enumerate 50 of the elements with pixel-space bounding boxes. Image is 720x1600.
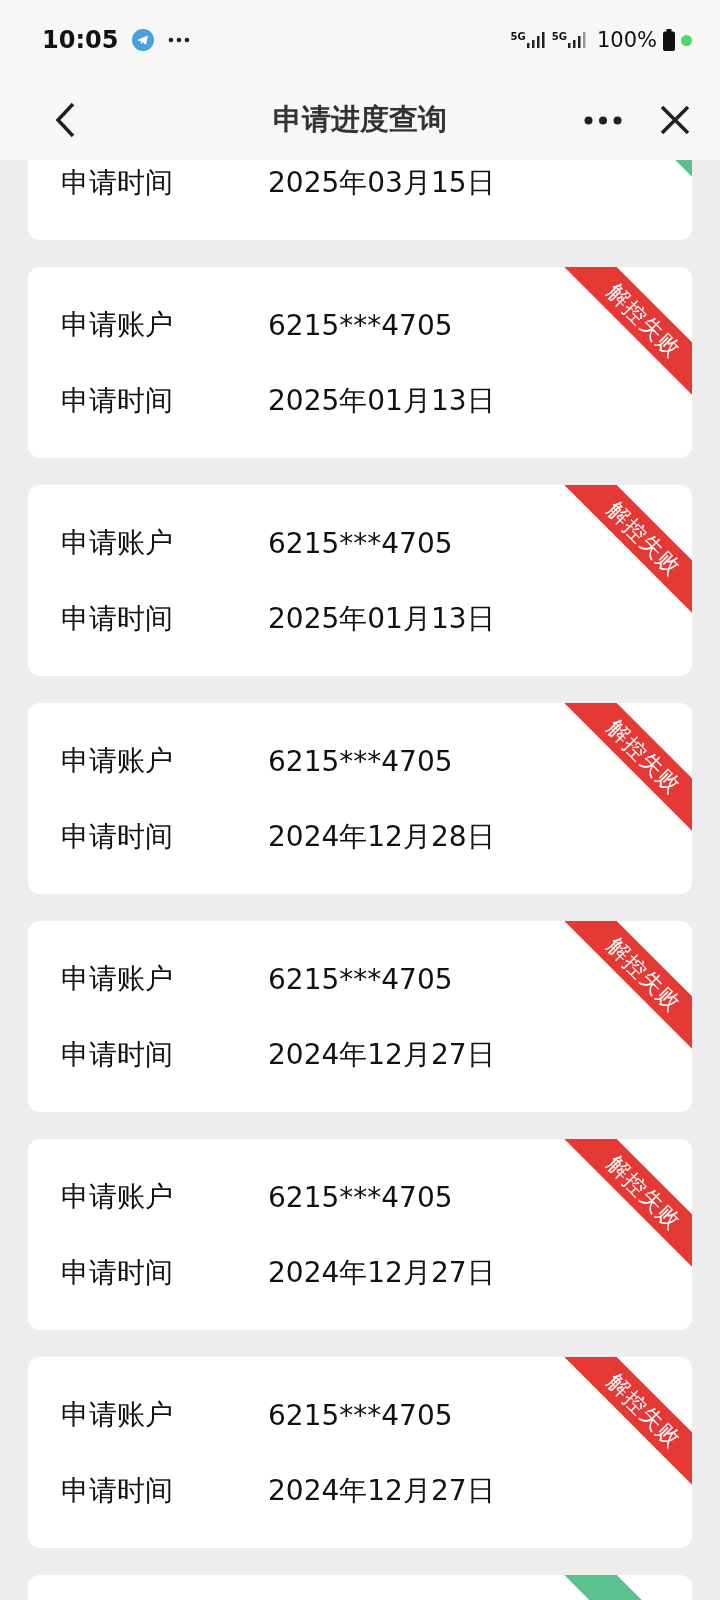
record-card[interactable]: 解控失败 申请账户 6215***4705 申请时间 2025年01月13日 [28, 485, 692, 676]
more-icon [168, 37, 191, 43]
clock-time: 10:05 [42, 26, 119, 54]
field-label: 申请账户 [61, 1179, 174, 1215]
field-label: 申请账户 [61, 307, 174, 343]
field-label: 申请时间 [61, 1473, 174, 1509]
field-value: 2024年12月27日 [268, 1255, 495, 1291]
indicator-dot-icon [681, 34, 692, 46]
record-card[interactable]: 申请时间 2025年03月15日 [28, 160, 692, 240]
page-title: 申请进度查询 [273, 101, 447, 138]
field-label: 申请账户 [61, 525, 174, 561]
field-value: 2025年01月13日 [268, 383, 495, 419]
field-value: 6215***4705 [268, 526, 453, 560]
ribbon-label: 解控失败 [602, 931, 687, 1018]
battery-icon [663, 29, 675, 51]
field-value: 2024年12月27日 [268, 1037, 495, 1073]
field-value: 6215***4705 [268, 308, 453, 342]
signal-icon [525, 31, 546, 49]
field-label: 申请账户 [61, 743, 174, 779]
field-value: 6215***4705 [268, 962, 453, 996]
ribbon-label: 解控失败 [602, 495, 687, 582]
record-card[interactable]: 解控失败 申请账户 6215***4705 申请时间 2024年12月27日 [28, 921, 692, 1112]
field-label: 申请账户 [61, 1397, 174, 1433]
record-card[interactable]: 解控失败 申请账户 6215***4705 申请时间 2024年12月27日 [28, 1139, 692, 1330]
field-label: 申请时间 [61, 601, 174, 637]
record-card[interactable]: 解控失败 申请账户 6215***4705 申请时间 2024年12月28日 [28, 703, 692, 894]
ribbon-label: 解控失败 [602, 1149, 687, 1236]
ribbon-label: 解控失败 [602, 277, 687, 364]
battery-level: 100% [596, 28, 657, 52]
field-label: 申请账户 [61, 961, 174, 997]
signal-icon [566, 31, 587, 49]
field-label: 申请时间 [61, 383, 174, 419]
field-value: 2025年03月15日 [268, 165, 495, 201]
ribbon-label: 解控失败 [602, 1367, 687, 1454]
field-label: 申请时间 [61, 1037, 174, 1073]
field-value: 6215***4705 [268, 1180, 453, 1214]
field-value: 6215***4705 [268, 1398, 453, 1432]
field-label: 申请时间 [61, 819, 174, 855]
paper-plane-icon [132, 29, 155, 51]
field-value: 2024年12月28日 [268, 819, 495, 855]
network-type: 5G [510, 31, 526, 42]
field-label: 申请时间 [61, 165, 174, 201]
field-value: 6215***4705 [268, 744, 453, 778]
field-value: 2025年01月13日 [268, 601, 495, 637]
network-type: 5G [551, 31, 567, 42]
record-card[interactable]: 解控失败 申请账户 6215***4705 申请时间 2024年12月27日 [28, 1357, 692, 1548]
field-value: 2024年12月27日 [268, 1473, 495, 1509]
ribbon-label: 解控失败 [602, 713, 687, 800]
field-label: 申请时间 [61, 1255, 174, 1291]
record-card[interactable]: 解控失败 申请账户 6215***4705 申请时间 2025年01月13日 [28, 267, 692, 458]
